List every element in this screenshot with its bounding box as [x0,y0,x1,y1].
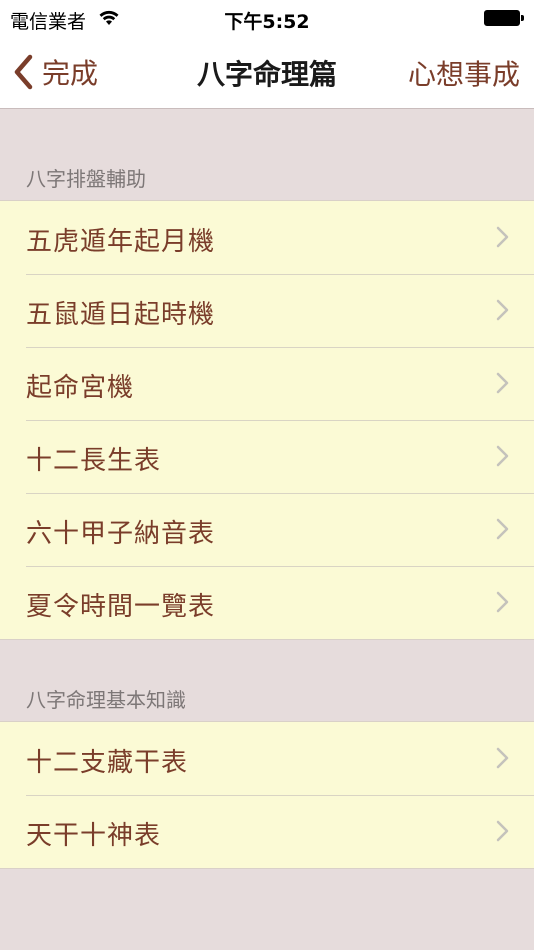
list-item-label: 十二支藏干表 [26,748,189,778]
list-item-label: 起命宮機 [26,373,135,403]
chevron-right-icon [496,591,509,613]
status-bar: 電信業者 下午5:52 [0,0,534,38]
chevron-right-icon [496,372,509,394]
list-item[interactable]: 十二支藏干表 [0,722,534,795]
table-section: 五虎遁年起月機 五鼠遁日起時機 起命宮機 十二長生表 六十甲子納音表 夏令時間一… [0,200,534,640]
chevron-right-icon [496,226,509,248]
list-item-label: 天干十神表 [26,821,162,851]
list-item[interactable]: 五鼠遁日起時機 [0,274,534,347]
list-item-label: 夏令時間一覽表 [26,592,216,622]
list-item-label: 五虎遁年起月機 [26,227,216,257]
section-header: 八字排盤輔助 [26,167,146,191]
list-item[interactable]: 天干十神表 [0,795,534,868]
table-section: 十二支藏干表 天干十神表 [0,721,534,869]
clock: 下午5:52 [224,11,310,33]
chevron-right-icon [496,747,509,769]
list-item-label: 十二長生表 [26,446,162,476]
chevron-right-icon [496,518,509,540]
chevron-right-icon [496,299,509,321]
list-item[interactable]: 五虎遁年起月機 [0,201,534,274]
list-item-label: 六十甲子納音表 [26,519,216,549]
list-item[interactable]: 夏令時間一覽表 [0,566,534,639]
battery-icon [484,10,524,26]
list-item-label: 五鼠遁日起時機 [26,300,216,330]
wish-button[interactable]: 心想事成 [408,53,520,93]
list-item[interactable]: 六十甲子納音表 [0,493,534,566]
navigation-bar: 完成 八字命理篇 心想事成 [0,38,534,109]
list-item[interactable]: 起命宮機 [0,347,534,420]
section-header: 八字命理基本知識 [26,688,186,712]
chevron-right-icon [496,820,509,842]
list-item[interactable]: 十二長生表 [0,420,534,493]
chevron-right-icon [496,445,509,467]
